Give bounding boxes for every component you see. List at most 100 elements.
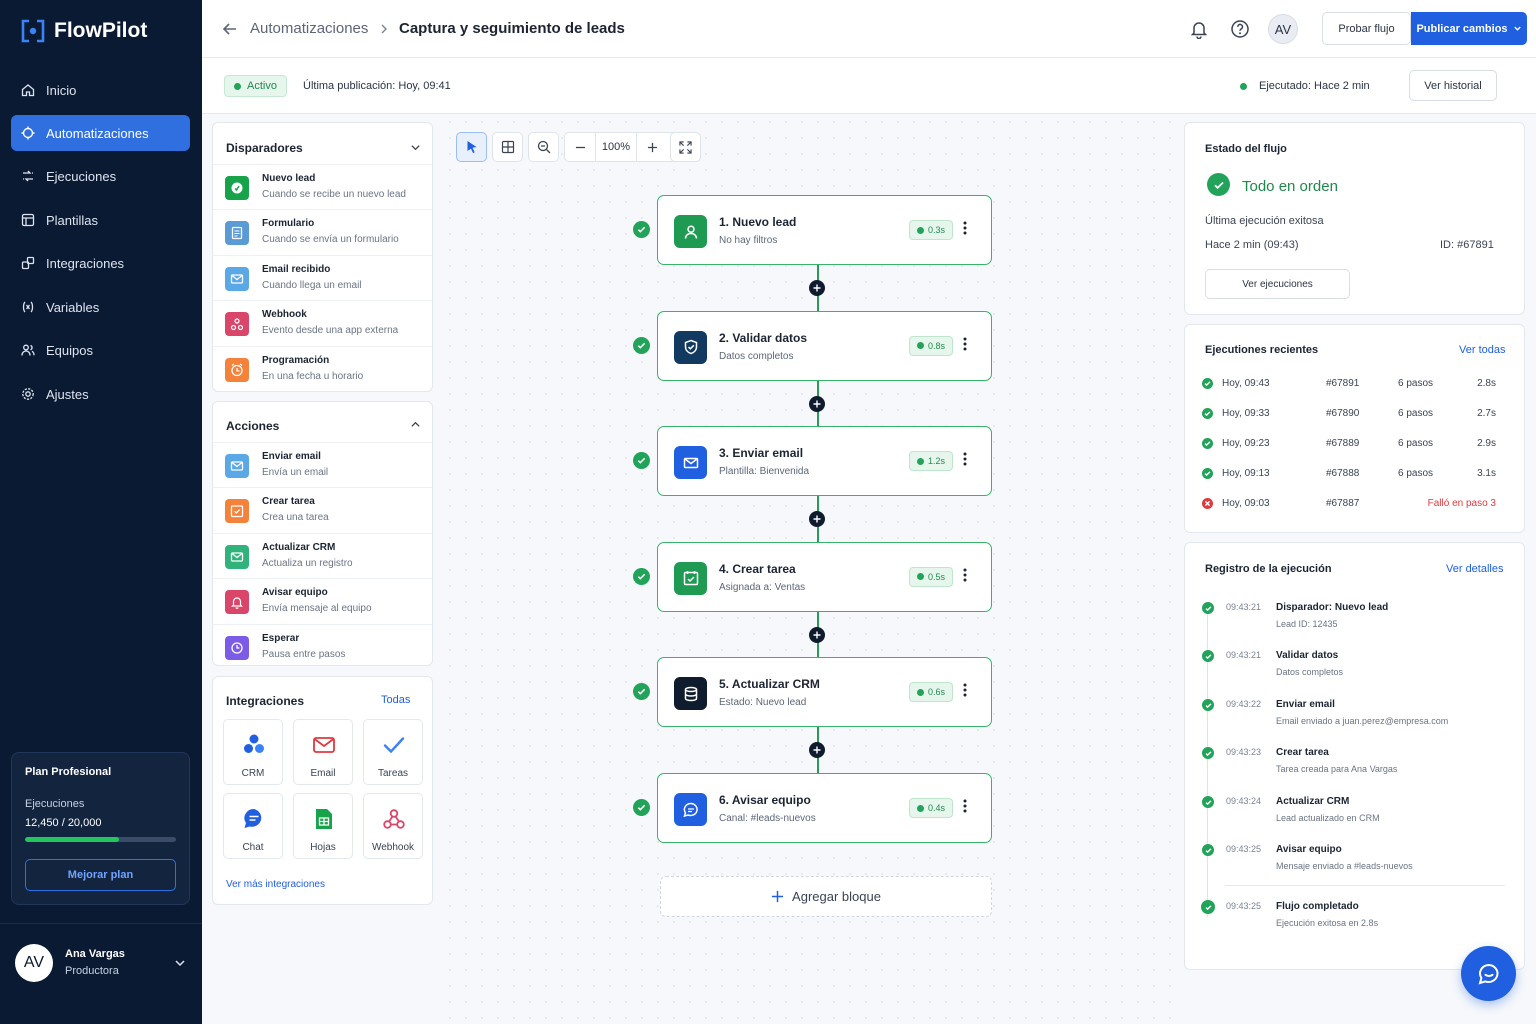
- sidebar-item-integraciones[interactable]: Integraciones: [11, 245, 190, 281]
- grid-tool-button[interactable]: [492, 132, 523, 162]
- trigger-item[interactable]: Webhook Evento desde una app externa: [213, 300, 432, 345]
- trigger-item[interactable]: Nuevo lead Cuando se recibe un nuevo lead: [213, 164, 432, 209]
- sidebar-item-variables[interactable]: Variables: [11, 289, 190, 325]
- status-dot: [234, 82, 241, 90]
- plan-usage-fill: [25, 837, 119, 842]
- chevron-down-icon[interactable]: [174, 957, 186, 969]
- publish-changes-button[interactable]: Publicar cambios: [1411, 12, 1527, 45]
- execution-row[interactable]: Hoy, 09:33 #67890 6 pasos 2.7s: [1202, 405, 1502, 425]
- step-success-check-icon: [633, 452, 650, 470]
- zoom-out-button[interactable]: [565, 142, 595, 153]
- add-step-button[interactable]: [809, 395, 825, 412]
- upgrade-plan-button[interactable]: Mejorar plan: [25, 859, 176, 891]
- flow-node[interactable]: 2. Validar datos Datos completos 0.8s: [657, 310, 992, 381]
- success-check-icon: [1202, 408, 1213, 419]
- more-vertical-icon[interactable]: [963, 451, 967, 467]
- duration-dot: [917, 226, 924, 234]
- view-history-button[interactable]: Ver historial: [1409, 70, 1497, 101]
- integration-tile-email[interactable]: Email: [293, 719, 353, 785]
- plus-icon: [771, 890, 784, 903]
- select-tool-button[interactable]: [456, 132, 487, 162]
- user-name: Ana Vargas: [65, 948, 125, 960]
- back-arrow-icon[interactable]: [222, 21, 238, 37]
- recent-view-all-link[interactable]: Ver todas: [1459, 344, 1505, 356]
- trigger-item[interactable]: Formulario Cuando se envía un formulario: [213, 209, 432, 254]
- integration-tile-webhook[interactable]: Webhook: [363, 793, 423, 859]
- node-subtitle: No hay filtros: [719, 235, 778, 246]
- chevron-up-icon[interactable]: [410, 419, 421, 430]
- sidebar-item-label: Inicio: [46, 82, 77, 98]
- action-item[interactable]: Crear tarea Crea una tarea: [213, 487, 432, 532]
- view-executions-button[interactable]: Ver ejecuciones: [1205, 269, 1350, 299]
- sidebar: FlowPilot Inicio Automatizaciones Ejecuc…: [0, 0, 202, 1024]
- integration-tile-tareas[interactable]: Tareas: [363, 719, 423, 785]
- brand[interactable]: FlowPilot: [20, 18, 147, 44]
- timer-icon: [225, 635, 249, 660]
- chevron-down-icon[interactable]: [410, 142, 421, 153]
- execution-row[interactable]: Hoy, 09:43 #67891 6 pasos 2.8s: [1202, 375, 1502, 395]
- sidebar-item-automatizaciones[interactable]: Automatizaciones: [11, 115, 190, 151]
- node-subtitle: Estado: Nuevo lead: [719, 697, 807, 709]
- execution-row[interactable]: Hoy, 09:23 #67889 6 pasos 2.9s: [1202, 435, 1502, 455]
- variables-icon: [21, 300, 35, 314]
- action-item[interactable]: Enviar email Envía un email: [213, 442, 432, 487]
- avatar[interactable]: AV: [1268, 14, 1298, 44]
- flow-node[interactable]: 1. Nuevo lead No hay filtros 0.3s: [657, 195, 992, 265]
- flow-canvas[interactable]: 100% 1. Nuevo lead No hay filtros 0.3s 2. V…: [442, 114, 1174, 1024]
- chat-support-button[interactable]: [1461, 946, 1516, 1001]
- zoom-in-button[interactable]: [637, 142, 667, 153]
- test-flow-button[interactable]: Probar flujo: [1322, 12, 1411, 45]
- flow-node[interactable]: 3. Enviar email Plantilla: Bienvenida 1.2s: [657, 426, 992, 497]
- plan-usage-bar: [25, 837, 176, 842]
- log-title: Registro de la ejecución: [1205, 563, 1332, 575]
- execution-id: #67890: [1326, 408, 1360, 419]
- sidebar-item-plantillas[interactable]: Plantillas: [11, 202, 190, 238]
- sidebar-item-ejecuciones[interactable]: Ejecuciones: [11, 158, 190, 194]
- flow-status-panel: Estado del flujo Todo en orden Última ej…: [1184, 122, 1525, 315]
- more-integrations-link[interactable]: Ver más integraciones: [226, 879, 325, 890]
- flow-node[interactable]: 4. Crear tarea Asignada a: Ventas 0.5s: [657, 541, 992, 612]
- actions-panel: Acciones Enviar email Envía un email Crear…: [212, 401, 433, 666]
- add-step-button[interactable]: [809, 626, 825, 643]
- log-details-link[interactable]: Ver detalles: [1446, 563, 1503, 575]
- sidebar-item-inicio[interactable]: Inicio: [11, 72, 190, 108]
- cursor-icon: [466, 140, 478, 154]
- user-menu[interactable]: AV Ana Vargas Productora: [0, 923, 202, 1024]
- execution-row[interactable]: Hoy, 09:03 #67887 Falló en paso 3: [1202, 495, 1502, 515]
- action-item[interactable]: Esperar Pausa entre pasos: [213, 623, 432, 669]
- sidebar-item-ajustes[interactable]: Ajustes: [11, 376, 190, 412]
- log-desc: Ejecución exitosa en 2.8s: [1276, 918, 1379, 928]
- node-duration-badge: 0.5s: [909, 566, 954, 587]
- trigger-item[interactable]: Programación En una fecha u horario: [213, 345, 432, 391]
- add-block-button[interactable]: Agregar bloque: [660, 876, 992, 917]
- integrations-all-link[interactable]: Todas: [381, 694, 410, 706]
- add-step-button[interactable]: [809, 742, 825, 759]
- trigger-item[interactable]: Email recibido Cuando llega un email: [213, 254, 432, 300]
- help-icon[interactable]: [1230, 19, 1250, 39]
- integration-tile-chat[interactable]: Chat: [223, 793, 283, 859]
- flow-node[interactable]: 6. Avisar equipo Canal: #leads-nuevos 0.4s: [657, 773, 992, 843]
- log-time: 09:43:25: [1226, 901, 1262, 911]
- integration-tile-hojas[interactable]: Hojas: [293, 793, 353, 859]
- sidebar-item-equipos[interactable]: Equipos: [11, 332, 190, 368]
- more-vertical-icon[interactable]: [963, 567, 967, 583]
- fit-screen-button[interactable]: [670, 132, 701, 162]
- sidebar-item-label: Ejecuciones: [46, 168, 117, 184]
- add-step-button[interactable]: [809, 511, 825, 528]
- more-vertical-icon[interactable]: [963, 798, 967, 814]
- more-vertical-icon[interactable]: [963, 220, 967, 236]
- execution-row[interactable]: Hoy, 09:13 #67888 6 pasos 3.1s: [1202, 465, 1502, 485]
- execution-id: #67888: [1326, 468, 1360, 479]
- action-item[interactable]: Avisar equipo Envía mensaje al equipo: [213, 578, 432, 623]
- node-duration: 0.6s: [928, 687, 946, 698]
- integration-tile-crm[interactable]: CRM: [223, 719, 283, 785]
- add-step-button[interactable]: [809, 280, 825, 296]
- publish-label: Publicar cambios: [1416, 22, 1508, 35]
- more-vertical-icon[interactable]: [963, 682, 967, 698]
- bell-icon[interactable]: [1189, 19, 1209, 39]
- more-vertical-icon[interactable]: [963, 336, 967, 352]
- breadcrumb-parent[interactable]: Automatizaciones: [250, 20, 368, 37]
- zoom-search-button[interactable]: [528, 132, 559, 162]
- flow-node[interactable]: 5. Actualizar CRM Estado: Nuevo lead 0.6s: [657, 657, 992, 728]
- action-item[interactable]: Actualizar CRM Actualiza un registro: [213, 532, 432, 578]
